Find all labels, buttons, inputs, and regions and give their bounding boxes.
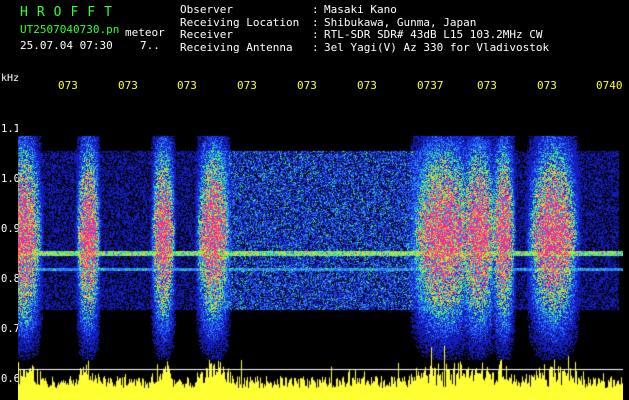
time-tick-label: 073: [537, 79, 557, 92]
time-tick-label: 0740: [596, 79, 623, 92]
count-label: 7..: [140, 39, 160, 52]
receiver-value: RTL-SDR SDR# 43dB L15 103.2MHz CW: [324, 28, 543, 41]
timestamp-label: 25.07.04 07:30: [20, 39, 113, 52]
frequency-unit-label: kHz: [1, 73, 20, 84]
antenna-value: 3el Yagi(V) Az 330 for Vladivostok: [324, 40, 550, 54]
antenna-label: Receiving Antenna: [180, 40, 293, 54]
time-tick-label: 0737: [417, 79, 444, 92]
filename-label: UT2507040730.pn: [20, 23, 120, 36]
receiver-label: Receiver: [180, 28, 233, 41]
observer-label: Observer: [180, 3, 233, 16]
time-tick-label: 073: [477, 79, 497, 92]
spectrogram-plot: [18, 95, 623, 400]
station-metadata: Observer: Masaki Kano Receiving Location:…: [180, 3, 550, 55]
app-title: HROFFT: [20, 5, 121, 20]
antenna-row: Receiving Antenna:3el Yagi(V) Az 330 for…: [180, 40, 550, 55]
detector-label: meteor: [125, 26, 165, 39]
time-tick-label: 073: [177, 79, 197, 92]
observer-separator: :: [312, 3, 319, 16]
time-tick-label: 073: [237, 79, 257, 92]
time-tick-label: 073: [58, 79, 78, 92]
time-tick-label: 073: [297, 79, 317, 92]
antenna-separator: :: [312, 40, 319, 54]
location-value: Shibukawa, Gunma, Japan: [324, 15, 477, 29]
time-tick-label: 073: [118, 79, 138, 92]
observer-value: Masaki Kano: [324, 3, 397, 16]
time-tick-label: 073: [357, 79, 377, 92]
receiver-separator: :: [312, 28, 319, 41]
